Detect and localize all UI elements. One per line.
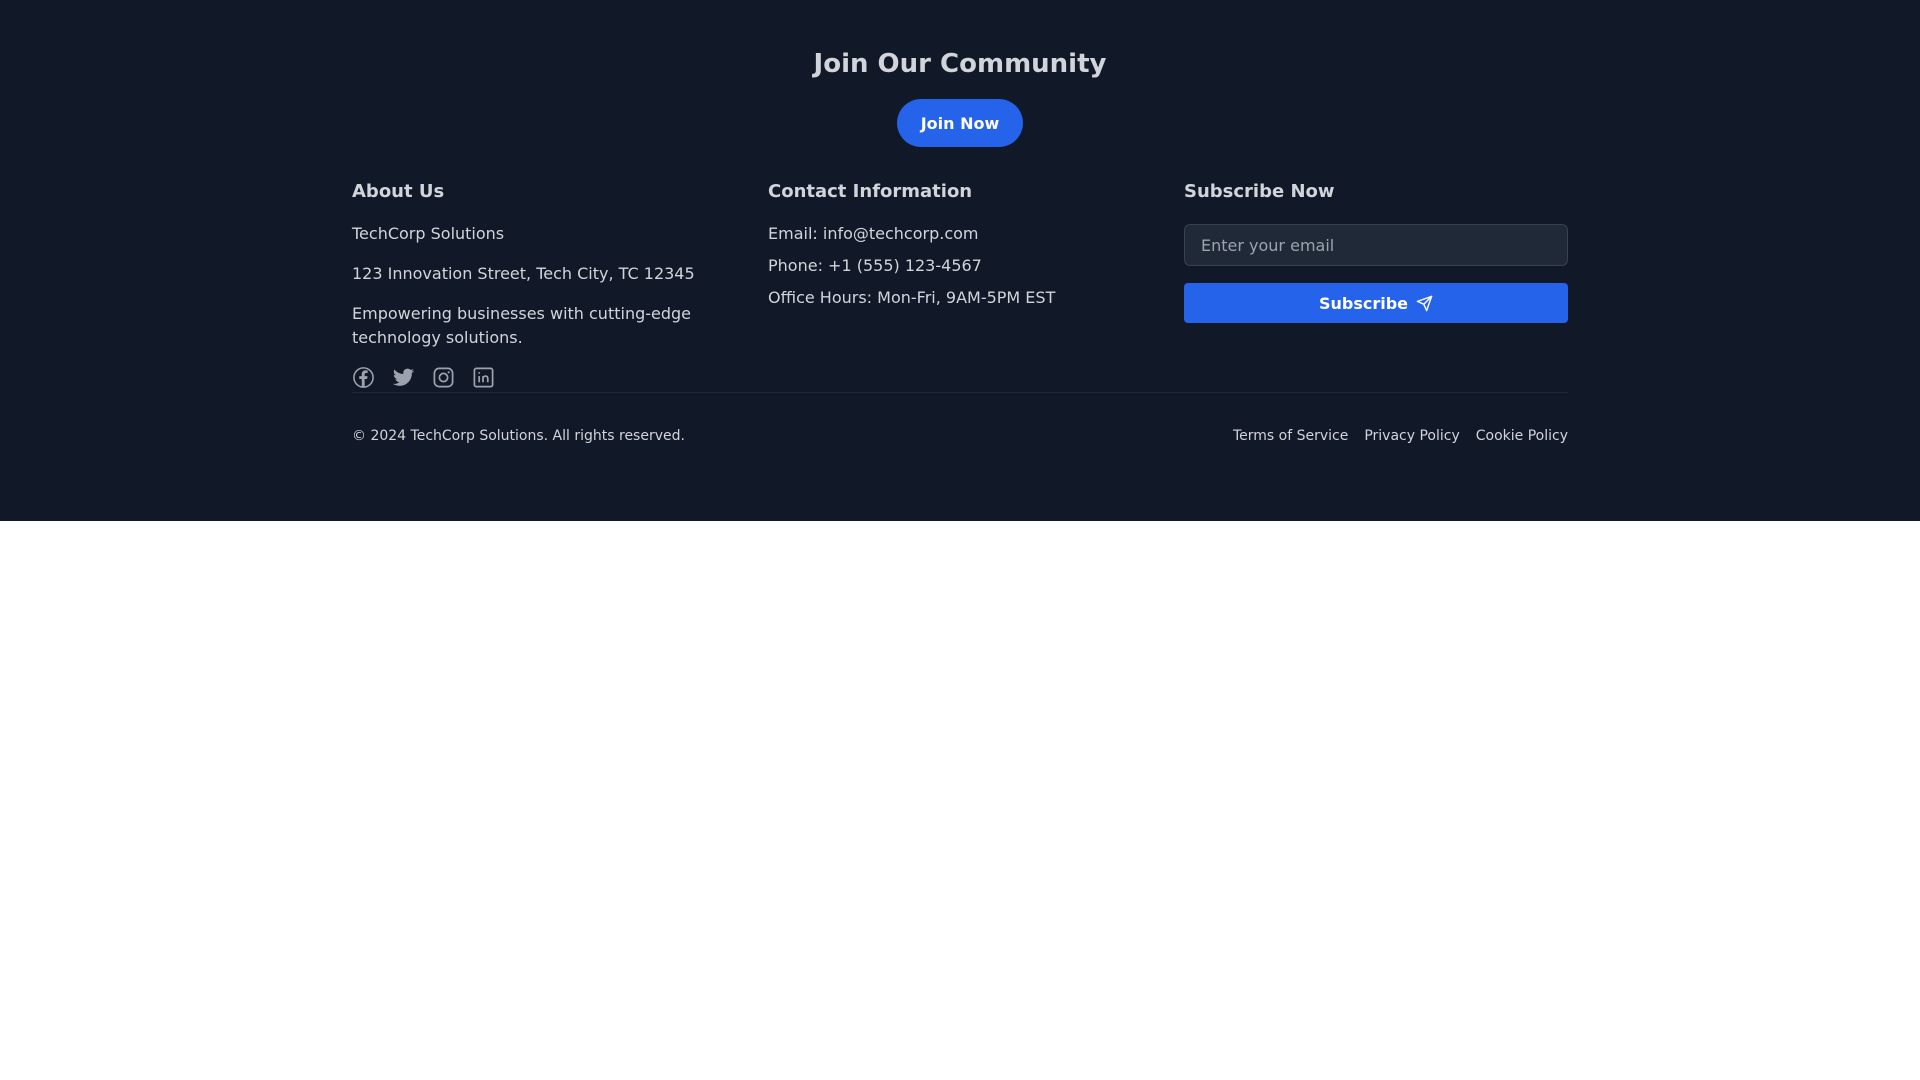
- about-section: About Us TechCorp Solutions 123 Innovati…: [352, 180, 736, 389]
- cta-title: Join Our Community: [813, 49, 1107, 79]
- footer-bottom-bar: © 2024 TechCorp Solutions. All rights re…: [352, 393, 1568, 446]
- contact-section: Contact Information Email: info@techcorp…: [768, 180, 1152, 310]
- subscribe-button-label: Subscribe: [1318, 293, 1409, 313]
- about-heading: About Us: [352, 181, 445, 202]
- company-name: TechCorp Solutions: [352, 224, 505, 243]
- office-hours: Office Hours: Mon-Fri, 9AM-5PM EST: [768, 288, 1056, 307]
- facebook-icon[interactable]: [352, 366, 375, 389]
- contact-email: Email: info@techcorp.com: [768, 224, 979, 243]
- contact-heading: Contact Information: [768, 181, 973, 202]
- privacy-policy-link[interactable]: Privacy Policy: [1364, 426, 1459, 446]
- terms-of-service-link[interactable]: Terms of Service: [1233, 426, 1348, 446]
- subscribe-button[interactable]: Subscribe: [1184, 283, 1568, 323]
- site-footer: Join Our Community Join Now About Us Tec…: [0, 0, 1920, 521]
- cookie-policy-link[interactable]: Cookie Policy: [1476, 426, 1568, 446]
- company-address: 123 Innovation Street, Tech City, TC 123…: [352, 264, 695, 283]
- email-input[interactable]: [1184, 224, 1568, 266]
- twitter-icon[interactable]: [392, 366, 415, 389]
- social-links: [352, 366, 736, 389]
- subscribe-section: Subscribe Now Subscribe: [1184, 180, 1568, 323]
- send-icon: [1416, 295, 1433, 312]
- legal-links: Terms of Service Privacy Policy Cookie P…: [1233, 426, 1568, 446]
- linkedin-icon[interactable]: [472, 366, 495, 389]
- contact-phone: Phone: +1 (555) 123-4567: [768, 256, 982, 275]
- footer-columns: About Us TechCorp Solutions 123 Innovati…: [352, 147, 1568, 392]
- subscribe-heading: Subscribe Now: [1184, 181, 1335, 202]
- join-now-button[interactable]: Join Now: [896, 99, 1024, 147]
- copyright-text: © 2024 TechCorp Solutions. All rights re…: [352, 428, 685, 444]
- instagram-icon[interactable]: [432, 366, 455, 389]
- company-tagline: Empowering businesses with cutting-edge …: [352, 304, 692, 347]
- community-cta: Join Our Community Join Now: [0, 0, 1920, 147]
